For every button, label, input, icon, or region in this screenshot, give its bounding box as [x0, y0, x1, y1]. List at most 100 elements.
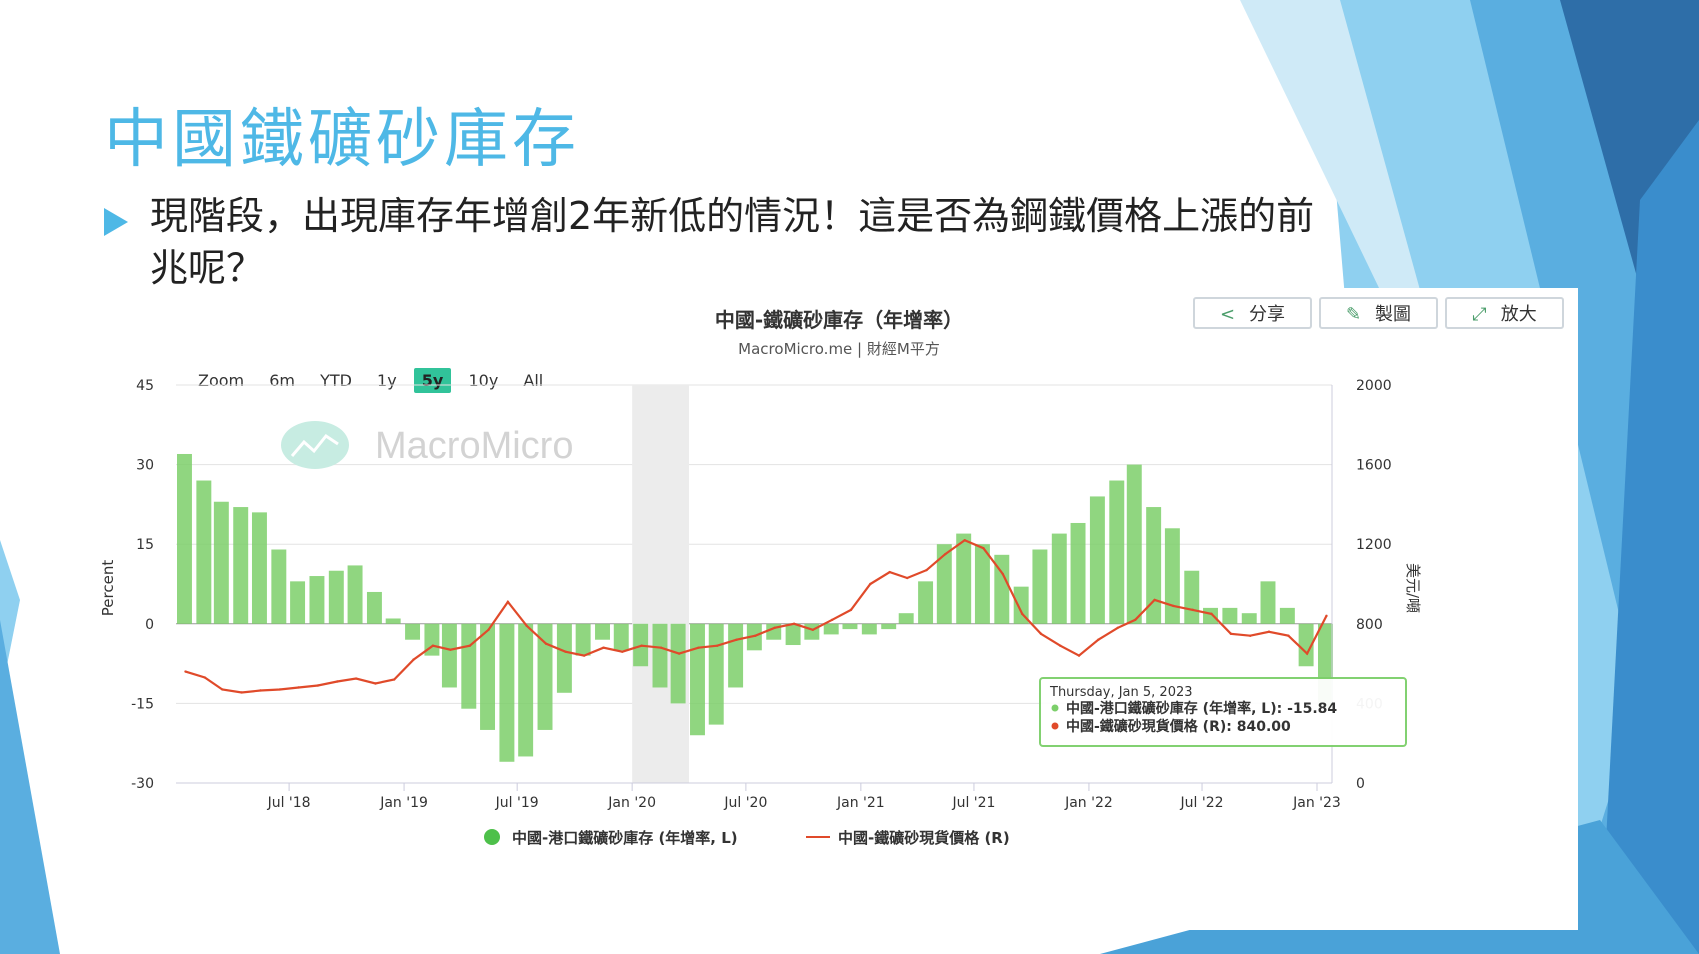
x-tick-label: Jan '22 [1064, 795, 1113, 811]
price-point [1116, 626, 1119, 629]
y-right-tick-label: 1200 [1356, 537, 1392, 553]
price-point [278, 688, 282, 691]
chart-legend: 中國-港口鐵礦砂庫存 (年增率, L) 中國-鐵礦砂現貨價格 (R) [484, 829, 1010, 847]
tooltip-line-value: 中國-鐵礦砂現貨價格 (R): 840.00 [1066, 718, 1291, 735]
bar [1109, 480, 1125, 624]
legend-bar-marker [484, 829, 500, 845]
price-point [221, 688, 224, 691]
bar [290, 581, 306, 624]
y-left-tick-label: -15 [131, 696, 154, 712]
y-left-tick-label: 30 [136, 458, 154, 474]
price-point [982, 546, 985, 550]
bar [213, 501, 229, 624]
price-point [1001, 572, 1004, 576]
price-point [602, 646, 605, 649]
price-point [905, 576, 909, 580]
price-point [735, 638, 738, 641]
price-point [1267, 630, 1271, 633]
bar [918, 581, 934, 624]
tooltip: Thursday, Jan 5, 2023 中國-港口鐵礦砂庫存 (年增率, L… [1039, 677, 1407, 747]
price-point [1249, 634, 1252, 637]
x-tick-label: Jan '21 [836, 795, 885, 811]
bullet-arrow-icon [104, 208, 128, 236]
bar [842, 623, 858, 630]
price-point [1325, 614, 1328, 618]
price-point [1287, 634, 1290, 637]
price-point [449, 648, 452, 651]
price-point [677, 652, 681, 655]
price-point [1097, 638, 1100, 641]
legend-bar-label[interactable]: 中國-港口鐵礦砂庫存 (年增率, L) [512, 829, 738, 847]
price-point [1210, 612, 1213, 616]
y-right-tick-label: 0 [1356, 776, 1365, 792]
chart-panel: 中國-鐵礦砂庫存（年增率） MacroMicro.me | 財經M平方 < 分享 … [100, 288, 1578, 930]
bar [898, 613, 914, 624]
price-point [1134, 618, 1137, 622]
x-tick-label: Jul '20 [723, 795, 767, 811]
bar [861, 623, 877, 635]
bar [652, 623, 668, 688]
tooltip-bar-marker [1051, 704, 1059, 712]
bar [956, 533, 972, 624]
bar [366, 591, 382, 624]
y-right-tick-label: 2000 [1356, 378, 1392, 394]
price-point [468, 644, 471, 647]
bar [1279, 607, 1295, 624]
price-point [297, 686, 300, 689]
bar [233, 507, 249, 624]
price-point [184, 670, 187, 673]
bar [1184, 570, 1200, 624]
bar [347, 565, 363, 624]
price-point [487, 628, 490, 631]
bar [1070, 522, 1086, 624]
price-point [392, 678, 396, 681]
price-point [259, 689, 262, 692]
price-point [354, 677, 358, 680]
bar [804, 623, 820, 640]
bar [670, 623, 686, 704]
bar [1241, 613, 1257, 624]
bar [1222, 607, 1238, 624]
y-left-axis-title: Percent [100, 560, 117, 617]
price-point [621, 650, 624, 653]
bar [974, 544, 990, 624]
y-left-tick-label: 45 [136, 378, 154, 394]
price-point [1229, 632, 1233, 635]
bar [595, 623, 610, 640]
x-tick-label: Jan '19 [379, 795, 428, 811]
price-point [374, 682, 377, 685]
bar [251, 512, 267, 624]
price-point [640, 644, 643, 647]
tooltip-line-marker [1051, 722, 1059, 730]
price-point [1191, 608, 1194, 612]
bar [1203, 607, 1218, 624]
price-point [849, 608, 853, 612]
x-tick-label: Jan '23 [1292, 795, 1341, 811]
bar [537, 623, 553, 730]
bar [461, 623, 477, 709]
price-point [659, 646, 663, 649]
tooltip-date: Thursday, Jan 5, 2023 [1049, 685, 1193, 700]
price-point [412, 658, 415, 661]
price-point [564, 650, 567, 653]
bar [196, 480, 212, 624]
price-point [316, 684, 320, 687]
bar [823, 623, 839, 635]
bar [271, 549, 287, 624]
bar [1032, 549, 1048, 624]
y-right-axis-title: 美元/噸 [1404, 563, 1422, 613]
bar [405, 623, 421, 640]
price-point [869, 582, 872, 586]
bar [385, 618, 401, 624]
bar [690, 623, 705, 736]
price-point [1172, 604, 1175, 608]
x-tick-label: Jan '20 [607, 795, 656, 811]
price-point [203, 676, 207, 679]
y-right-tick-label: 1600 [1356, 458, 1392, 474]
bar [1260, 581, 1276, 624]
legend-line-label[interactable]: 中國-鐵礦砂現貨價格 (R) [838, 829, 1010, 847]
bar [499, 623, 515, 762]
bar [728, 623, 744, 688]
x-tick-label: Jul '19 [495, 795, 539, 811]
bar [1164, 528, 1180, 624]
